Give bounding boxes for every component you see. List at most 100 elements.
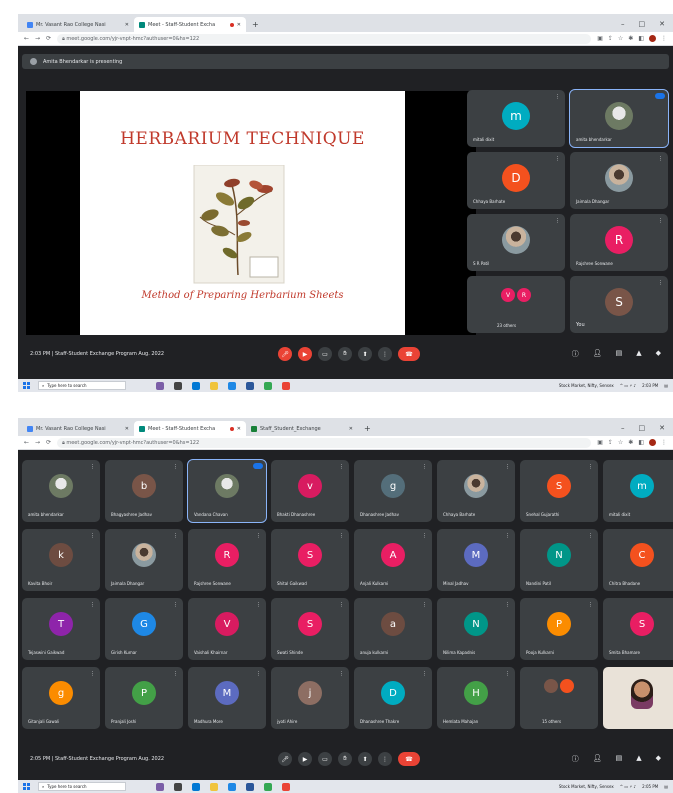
- store-icon[interactable]: [228, 381, 236, 390]
- more-options-icon[interactable]: ⋮: [90, 533, 95, 539]
- people-icon[interactable]: 👤︎: [593, 754, 602, 764]
- participant-tile[interactable]: ⋮ R Rajshree Sonwane: [188, 529, 266, 591]
- reload-icon[interactable]: ⟳: [46, 439, 51, 446]
- close-window-icon[interactable]: ✕: [659, 20, 665, 28]
- close-window-icon[interactable]: ✕: [659, 424, 665, 432]
- clock[interactable]: 2:05 PM: [642, 784, 658, 789]
- url-field[interactable]: 🔒︎ meet.google.com/yjr-vnpt-hmc?authuser…: [57, 33, 592, 44]
- new-tab-button[interactable]: +: [246, 20, 265, 32]
- minimize-icon[interactable]: –: [621, 424, 625, 432]
- browser-tab-active[interactable]: Meet - Staff-Student Excha ✕: [134, 421, 246, 436]
- browser-tab[interactable]: Mr. Vasant Rao College Nasi ✕: [22, 17, 134, 32]
- more-options-icon[interactable]: ⋮: [422, 533, 427, 539]
- clock[interactable]: 2:03 PM: [642, 383, 658, 388]
- captions-button[interactable]: ▭: [318, 347, 332, 361]
- participant-tile[interactable]: ⋮ k Kavita Bhoir: [22, 529, 100, 591]
- windows-start-icon[interactable]: [23, 783, 30, 790]
- participant-tile[interactable]: ⋮ g Dhanashree Jadhav: [354, 460, 432, 522]
- news-widget[interactable]: Stock Market, Nifty, Sensex: [559, 383, 614, 388]
- mic-off-button[interactable]: 🎤︎: [278, 347, 292, 361]
- camera-button[interactable]: ▶: [298, 752, 312, 766]
- participant-tile[interactable]: ⋮ T Tejaswini Gaikwad: [22, 598, 100, 660]
- participant-tile[interactable]: ⋮ P Pooja Kulkarni: [520, 598, 598, 660]
- participant-tile[interactable]: ⋮ g Gitanjali Gawali: [22, 667, 100, 729]
- taskbar-search-box[interactable]: ⌕ Type here to search: [38, 381, 126, 390]
- more-options-icon[interactable]: ⋮: [505, 533, 510, 539]
- cortana-icon[interactable]: [156, 381, 164, 390]
- chrome-icon[interactable]: [264, 782, 272, 791]
- tray-icons[interactable]: ^ ▭ ⚡ ♪: [620, 383, 636, 388]
- browser-tab[interactable]: Mr. Vasant Rao College Nasi ✕: [22, 421, 134, 436]
- participant-tile[interactable]: ⋮ S R Patil: [467, 214, 565, 271]
- more-options-icon[interactable]: ⋮: [588, 533, 593, 539]
- more-options-button[interactable]: ⋮: [378, 347, 392, 361]
- tray-icons[interactable]: ^ ▭ ⚡ ♪: [620, 784, 636, 789]
- star-icon[interactable]: ☆: [618, 439, 623, 446]
- raise-hand-button[interactable]: ✋︎: [338, 752, 352, 766]
- self-tile[interactable]: ⋮ S You: [570, 276, 668, 333]
- word-icon[interactable]: [246, 381, 254, 390]
- more-options-icon[interactable]: ⋮: [555, 94, 560, 100]
- share-icon[interactable]: ⇪: [608, 35, 613, 42]
- participant-tile[interactable]: ⋮ b Bhagyashree Jadhav: [105, 460, 183, 522]
- more-options-icon[interactable]: ⋮: [256, 671, 261, 677]
- more-options-icon[interactable]: ⋮: [422, 671, 427, 677]
- file-explorer-icon[interactable]: [210, 782, 218, 791]
- self-video-tile[interactable]: [603, 667, 673, 729]
- menu-kebab-icon[interactable]: ⋮: [661, 439, 667, 446]
- taskbar-search-box[interactable]: ⌕ Type here to search: [38, 782, 126, 791]
- participant-tile[interactable]: ⋮ M Madhura More: [188, 667, 266, 729]
- participant-tile[interactable]: ⋮ S Snehal Gujarathi: [520, 460, 598, 522]
- close-tab-icon[interactable]: ✕: [237, 426, 241, 432]
- sidebar-icon[interactable]: ◧: [638, 439, 644, 446]
- more-options-icon[interactable]: ⋮: [339, 602, 344, 608]
- extensions-icon[interactable]: ✱: [628, 439, 633, 446]
- participant-tile[interactable]: ⋮CChitra Bhadane: [603, 529, 673, 591]
- sidebar-icon[interactable]: ◧: [638, 35, 644, 42]
- camera-icon[interactable]: ▣: [597, 35, 603, 42]
- more-options-icon[interactable]: ⋮: [505, 671, 510, 677]
- more-options-icon[interactable]: ⋮: [339, 671, 344, 677]
- participant-tile[interactable]: ⋮ A Anjali Kulkarni: [354, 529, 432, 591]
- present-button[interactable]: ⬆: [358, 752, 372, 766]
- activities-icon[interactable]: ▲: [636, 754, 641, 764]
- participant-tile[interactable]: ⋮ v Bhakti Dhanashree: [271, 460, 349, 522]
- more-options-icon[interactable]: ⋮: [555, 156, 560, 162]
- participant-tile[interactable]: ⋮ N Nandini Patil: [520, 529, 598, 591]
- share-icon[interactable]: ⇪: [608, 439, 613, 446]
- participant-tile[interactable]: Vandana Chavan: [187, 459, 267, 523]
- more-options-icon[interactable]: ⋮: [173, 602, 178, 608]
- more-options-icon[interactable]: ⋮: [256, 602, 261, 608]
- new-tab-button[interactable]: +: [358, 424, 377, 436]
- participant-tile[interactable]: ⋮ V Vaishali Khairnar: [188, 598, 266, 660]
- more-options-icon[interactable]: ⋮: [555, 218, 560, 224]
- maximize-icon[interactable]: □: [639, 20, 646, 28]
- forward-arrow-icon[interactable]: →: [35, 439, 40, 446]
- present-button[interactable]: ⬆: [358, 347, 372, 361]
- more-options-icon[interactable]: ⋮: [588, 602, 593, 608]
- menu-kebab-icon[interactable]: ⋮: [661, 35, 667, 42]
- cortana-icon[interactable]: [156, 782, 164, 791]
- participant-tile-active-speaker[interactable]: amita bhendarkar: [569, 89, 669, 148]
- participant-tile[interactable]: ⋮ H Hemlata Mahajan: [437, 667, 515, 729]
- more-options-icon[interactable]: ⋮: [90, 671, 95, 677]
- more-options-icon[interactable]: ⋮: [173, 533, 178, 539]
- more-options-icon[interactable]: ⋮: [90, 464, 95, 470]
- activities-icon[interactable]: ▲: [636, 349, 641, 359]
- more-options-icon[interactable]: ⋮: [256, 533, 261, 539]
- participant-tile[interactable]: ⋮ R Rajshree Sonwane: [570, 214, 668, 271]
- more-options-icon[interactable]: ⋮: [422, 464, 427, 470]
- more-options-icon[interactable]: ⋮: [339, 533, 344, 539]
- back-arrow-icon[interactable]: ←: [24, 439, 29, 446]
- url-field[interactable]: 🔒︎ meet.google.com/yjr-vnpt-hmc?authuser…: [57, 437, 592, 448]
- store-icon[interactable]: [228, 782, 236, 791]
- more-options-icon[interactable]: ⋮: [90, 602, 95, 608]
- notifications-icon[interactable]: ▤: [664, 784, 668, 789]
- profile-avatar-icon[interactable]: [649, 439, 656, 446]
- more-options-icon[interactable]: ⋮: [339, 464, 344, 470]
- extensions-icon[interactable]: ✱: [628, 35, 633, 42]
- participant-tile[interactable]: ⋮ Jaimala Dhangar: [570, 152, 668, 209]
- info-icon[interactable]: ⓘ: [572, 349, 579, 359]
- captions-button[interactable]: ▭: [318, 752, 332, 766]
- camera-off-button[interactable]: ▶: [298, 347, 312, 361]
